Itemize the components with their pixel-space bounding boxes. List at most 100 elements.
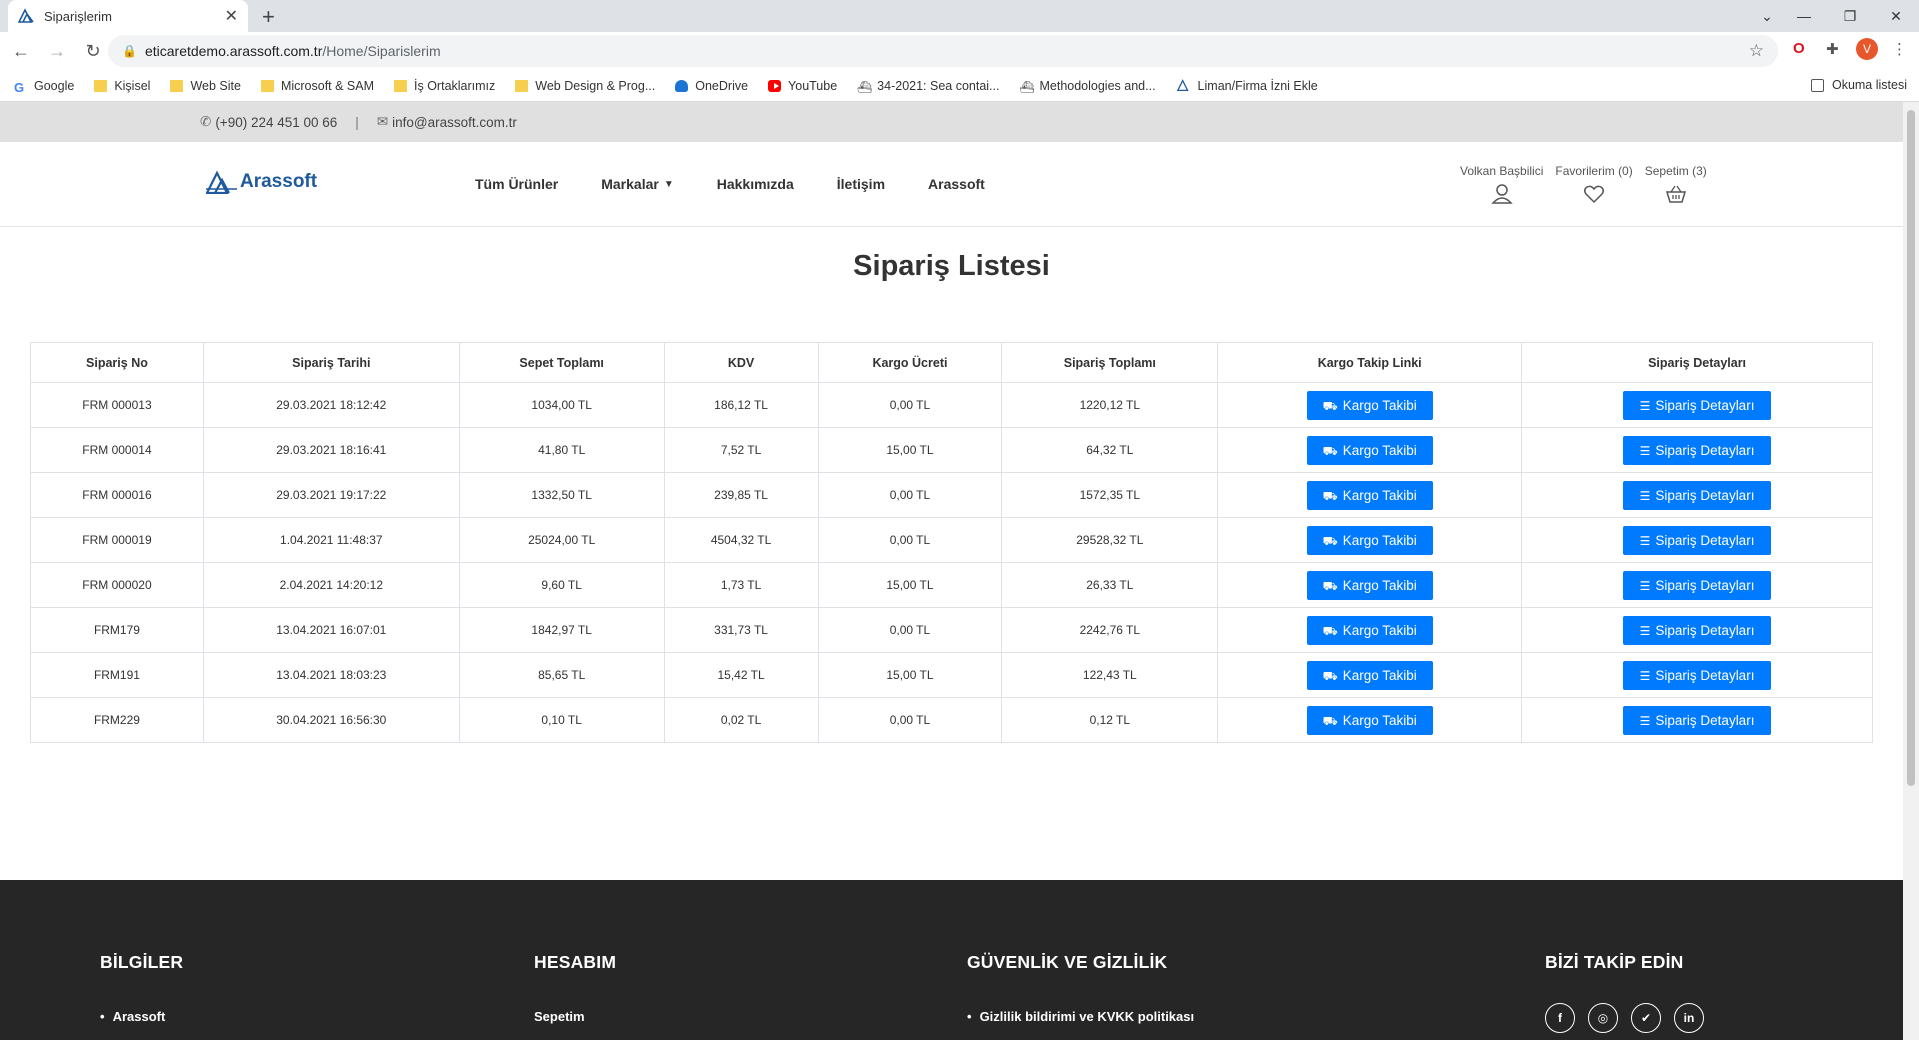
table-cell: 1842,97 TL	[458, 607, 665, 653]
user-nav: Volkan Başbilici Favorilerim (0) Sepetim…	[1460, 164, 1719, 204]
restore-icon[interactable]: ❐	[1827, 8, 1873, 25]
kargo-takibi-button[interactable]: ⛟ Kargo Takibi	[1306, 660, 1433, 690]
bookmark-sea-container[interactable]: ⛴ 34-2021: Sea contai...	[857, 79, 999, 94]
bookmark-youtube[interactable]: YouTube	[768, 79, 837, 93]
profile-avatar[interactable]: V	[1856, 38, 1878, 60]
kargo-takibi-button[interactable]: ⛟ Kargo Takibi	[1306, 435, 1433, 465]
siparis-detaylari-button[interactable]: ☰ Sipariş Detayları	[1623, 615, 1772, 645]
siparis-detaylari-button[interactable]: ☰ Sipariş Detayları	[1623, 390, 1772, 420]
footer-bilgiler: BİLGİLER Arassoft	[100, 952, 183, 1024]
footer-heading: HESABIM	[534, 952, 617, 972]
opera-extension-icon[interactable]: O	[1793, 40, 1805, 57]
bookmark-kisisel[interactable]: Kişisel	[94, 79, 150, 93]
table-cell: 9,60 TL	[458, 562, 665, 608]
tab-search-icon[interactable]: ⌄	[1753, 8, 1781, 25]
close-tab-icon[interactable]: ✕	[225, 6, 238, 26]
close-window-icon[interactable]: ✕	[1873, 8, 1919, 25]
contact-separator: |	[355, 114, 359, 130]
table-cell: 26,33 TL	[1001, 562, 1219, 608]
instagram-icon[interactable]: ◎	[1588, 1003, 1618, 1033]
table-cell: ☰ Sipariş Detayları	[1521, 427, 1873, 473]
footer-link-gizlilik[interactable]: Gizlilik bildirimi ve KVKK politikası	[967, 1009, 1195, 1024]
extensions-puzzle-icon[interactable]: ✚	[1826, 40, 1839, 58]
bookmark-google[interactable]: G Google	[14, 79, 74, 95]
kargo-takibi-button[interactable]: ⛟ Kargo Takibi	[1306, 480, 1433, 510]
user-account[interactable]: Volkan Başbilici	[1460, 164, 1543, 204]
bookmark-web-design[interactable]: Web Design & Prog...	[515, 79, 655, 93]
table-cell: ⛟ Kargo Takibi	[1217, 382, 1523, 428]
kargo-takibi-button[interactable]: ⛟ Kargo Takibi	[1306, 570, 1433, 600]
contact-info: ✆ (+90) 224 451 00 66 | ✉ info@arassoft.…	[200, 114, 517, 130]
siparis-detaylari-button[interactable]: ☰ Sipariş Detayları	[1623, 570, 1772, 600]
linkedin-icon[interactable]: in	[1674, 1003, 1704, 1033]
cart-label: Sepetim (3)	[1644, 164, 1707, 178]
table-cell: 186,12 TL	[663, 382, 819, 428]
table-cell: 0,12 TL	[1001, 697, 1219, 743]
siparis-detaylari-button[interactable]: ☰ Sipariş Detayları	[1623, 705, 1772, 735]
list-icon: ☰	[1639, 443, 1651, 458]
kargo-takibi-button[interactable]: ⛟ Kargo Takibi	[1306, 390, 1433, 420]
table-row: FRM191 13.04.2021 18:03:23 85,65 TL 15,42 T…	[30, 652, 1873, 698]
forward-icon[interactable]: →	[42, 41, 72, 62]
column-header: Sipariş No	[30, 342, 204, 383]
favorites-link[interactable]: Favorilerim (0)	[1555, 164, 1633, 204]
twitter-icon[interactable]: ✔	[1631, 1003, 1661, 1033]
bookmark-methodologies[interactable]: ⛴ Methodologies and...	[1019, 79, 1155, 94]
bookmark-onedrive[interactable]: OneDrive	[675, 79, 748, 93]
table-cell: 29.03.2021 18:16:41	[202, 427, 460, 473]
footer-link-sepetim[interactable]: Sepetim	[534, 1009, 616, 1024]
back-icon[interactable]: ←	[6, 41, 36, 62]
table-cell: 30.04.2021 16:56:30	[202, 697, 460, 743]
new-tab-icon[interactable]: +	[262, 4, 275, 30]
siparis-detaylari-button[interactable]: ☰ Sipariş Detayları	[1623, 525, 1772, 555]
footer-heading: BİZİ TAKİP EDİN	[1545, 952, 1684, 972]
bookmark-microsoft-sam[interactable]: Microsoft & SAM	[260, 79, 374, 93]
bookmark-star-icon[interactable]: ☆	[1749, 41, 1764, 61]
browser-menu-icon[interactable]: ⋮	[1892, 40, 1907, 58]
table-cell: 0,00 TL	[817, 607, 1003, 653]
url-path: /Home/Siparislerim	[322, 43, 441, 59]
nav-hakkimizda[interactable]: Hakkımızda	[717, 176, 794, 192]
cart-link[interactable]: Sepetim (3)	[1645, 164, 1707, 204]
table-cell: 0,02 TL	[663, 697, 819, 743]
address-bar[interactable]: 🔒 eticaretdemo.arassoft.com.tr/Home/Sipa…	[108, 35, 1778, 67]
mail-icon: ✉	[376, 114, 389, 129]
reload-icon[interactable]: ↻	[78, 41, 108, 62]
nav-iletisim[interactable]: İletişim	[837, 176, 885, 192]
nav-tum-urunler[interactable]: Tüm Ürünler	[475, 176, 558, 192]
kargo-takibi-button[interactable]: ⛟ Kargo Takibi	[1306, 525, 1433, 555]
reading-list[interactable]: Okuma listesi	[1810, 78, 1907, 92]
kargo-takibi-button[interactable]: ⛟ Kargo Takibi	[1306, 705, 1433, 735]
bookmark-is-ortaklarimiz[interactable]: İş Ortaklarımız	[394, 79, 495, 93]
table-cell: 239,85 TL	[663, 472, 819, 518]
footer-link-arassoft[interactable]: Arassoft	[100, 1009, 183, 1024]
ship-icon: ⛴	[1019, 79, 1035, 94]
browser-tab[interactable]: Siparişlerim ✕	[8, 0, 248, 32]
bookmark-web-site[interactable]: Web Site	[170, 79, 241, 93]
table-cell: ⛟ Kargo Takibi	[1217, 607, 1523, 653]
arassoft-logo-icon	[206, 170, 237, 194]
nav-markalar[interactable]: Markalar ▼	[601, 176, 674, 192]
web-page: ✆ (+90) 224 451 00 66 | ✉ info@arassoft.…	[0, 102, 1903, 1040]
truck-icon: ⛟	[1322, 488, 1338, 503]
kargo-takibi-button[interactable]: ⛟ Kargo Takibi	[1306, 615, 1433, 645]
browser-tab-bar: Siparişlerim ✕ + ⌄ — ❐ ✕	[0, 0, 1919, 32]
page-scrollbar[interactable]	[1903, 102, 1919, 1040]
siparis-detaylari-button[interactable]: ☰ Sipariş Detayları	[1623, 480, 1772, 510]
column-header: Sipariş Tarihi	[202, 342, 460, 383]
table-cell: 4504,32 TL	[663, 517, 819, 563]
siparis-detaylari-button[interactable]: ☰ Sipariş Detayları	[1623, 435, 1772, 465]
siparis-detaylari-button[interactable]: ☰ Sipariş Detayları	[1623, 660, 1772, 690]
minimize-icon[interactable]: —	[1781, 8, 1827, 24]
page-title: Sipariş Listesi	[853, 250, 1050, 282]
site-logo[interactable]: Arassoft	[206, 170, 317, 194]
facebook-icon[interactable]: f	[1545, 1003, 1575, 1033]
table-cell: 2242,76 TL	[1001, 607, 1219, 653]
scrollbar-thumb[interactable]	[1907, 110, 1915, 786]
table-cell: 0,00 TL	[817, 472, 1003, 518]
bookmark-liman-firma[interactable]: Liman/Firma İzni Ekle	[1176, 79, 1318, 93]
site-header: Arassoft Tüm Ürünler Markalar ▼ Hakkımızd…	[0, 142, 1903, 227]
table-cell: FRM191	[30, 652, 204, 698]
nav-arassoft[interactable]: Arassoft	[928, 176, 985, 192]
favorites-label: Favorilerim (0)	[1555, 164, 1633, 178]
